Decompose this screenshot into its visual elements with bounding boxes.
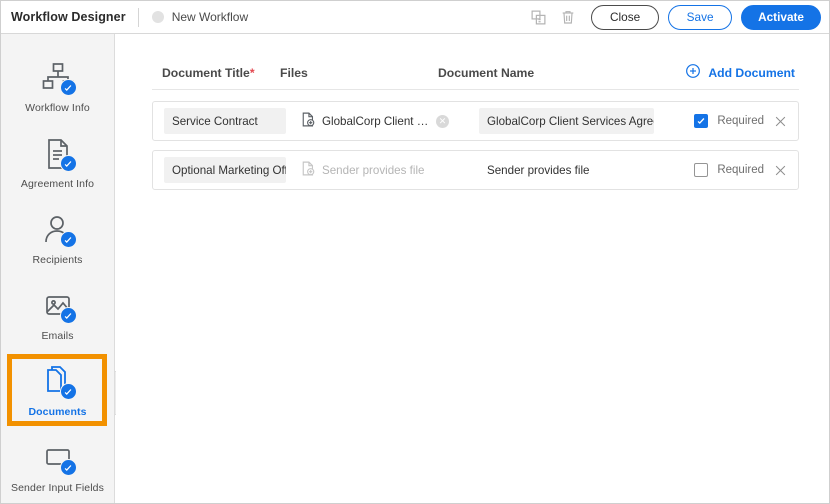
workflow-name: New Workflow <box>171 10 249 24</box>
file-placeholder: Sender provides file <box>322 163 425 177</box>
required-checkbox[interactable] <box>694 163 709 177</box>
sidebar-item-emails[interactable]: Emails <box>1 276 114 352</box>
top-toolbar: Workflow Designer New Workflow Close Sav… <box>1 1 829 34</box>
file-add-icon <box>299 111 316 131</box>
completed-badge <box>59 155 77 172</box>
sender-input-fields-icon <box>38 438 78 478</box>
sidebar-item-sender-input-fields[interactable]: Sender Input Fields <box>1 428 114 504</box>
sidebar-item-label: Workflow Info <box>25 102 90 114</box>
required-label: Required <box>717 115 764 127</box>
column-header-files: Files <box>280 65 308 80</box>
row-controls: Required <box>694 162 789 178</box>
plus-circle-icon <box>685 63 701 82</box>
column-header-document-title: Document Title* <box>152 66 280 80</box>
documents-table-body: Service Contract GlobalCorp Client Servi… <box>152 101 799 190</box>
column-header-document-name: Document Name <box>438 65 535 80</box>
document-title-input[interactable]: Service Contract <box>164 108 286 134</box>
completed-badge <box>59 79 77 96</box>
documents-icon <box>38 362 78 402</box>
required-checkbox[interactable] <box>694 114 709 128</box>
sidebar-item-label: Documents <box>28 406 87 418</box>
row-controls: Required <box>694 113 789 129</box>
remove-row-icon[interactable] <box>773 162 789 178</box>
workflow-designer-window: Workflow Designer New Workflow Close Sav… <box>0 0 830 504</box>
app-title: Workflow Designer <box>11 10 126 24</box>
add-document-label: Add Document <box>708 65 795 80</box>
document-name-input[interactable]: GlobalCorp Client Services Agreement <box>479 108 654 134</box>
add-document-button[interactable]: Add Document <box>685 63 799 82</box>
completed-badge <box>59 307 77 324</box>
activate-button[interactable]: Activate <box>741 4 821 30</box>
document-file-cell[interactable]: GlobalCorp Client Servic... ✕ <box>299 111 465 131</box>
documents-panel: Document Title* Files Document Name Add … <box>116 34 829 503</box>
toolbar-divider <box>137 7 139 27</box>
agreement-info-icon <box>38 134 78 174</box>
table-row: Service Contract GlobalCorp Client Servi… <box>152 101 799 141</box>
completed-badge <box>59 459 77 476</box>
remove-row-icon[interactable] <box>773 113 789 129</box>
sidebar-item-workflow-info[interactable]: Workflow Info <box>1 48 114 124</box>
sidebar-item-label: Sender Input Fields <box>11 482 104 494</box>
required-asterisk: * <box>249 65 255 80</box>
recipients-icon <box>38 210 78 250</box>
workflow-info-icon <box>38 58 78 98</box>
file-name: GlobalCorp Client Servic... <box>322 114 430 128</box>
sidebar-item-label: Emails <box>41 330 74 342</box>
sidebar: Workflow Info Agreement Info Recipients … <box>1 34 115 503</box>
copy-icon[interactable] <box>523 4 553 30</box>
sidebar-item-label: Agreement Info <box>20 178 95 190</box>
sidebar-item-agreement-info[interactable]: Agreement Info <box>1 124 114 200</box>
trash-icon[interactable] <box>553 4 583 30</box>
close-button[interactable]: Close <box>591 4 660 30</box>
save-button[interactable]: Save <box>668 4 733 30</box>
document-name-input[interactable]: Sender provides file <box>479 157 654 183</box>
completed-badge <box>59 231 77 248</box>
sidebar-item-label: Recipients <box>32 254 83 266</box>
completed-badge <box>59 383 77 400</box>
column-header-label: Document Title <box>162 65 250 80</box>
emails-icon <box>38 286 78 326</box>
file-add-icon <box>299 160 316 180</box>
documents-table-header: Document Title* Files Document Name Add … <box>152 56 799 90</box>
document-title-input[interactable]: Optional Marketing Offer <box>164 157 286 183</box>
toolbar-actions: Close Save Activate <box>523 4 829 30</box>
document-file-cell[interactable]: Sender provides file <box>299 160 465 180</box>
sidebar-item-documents[interactable]: Documents <box>1 352 114 428</box>
workflow-status-dot <box>151 11 164 23</box>
required-label: Required <box>717 164 764 176</box>
table-row: Optional Marketing Offer Sender provides… <box>152 150 799 190</box>
sidebar-item-recipients[interactable]: Recipients <box>1 200 114 276</box>
clear-file-icon[interactable]: ✕ <box>436 114 449 128</box>
